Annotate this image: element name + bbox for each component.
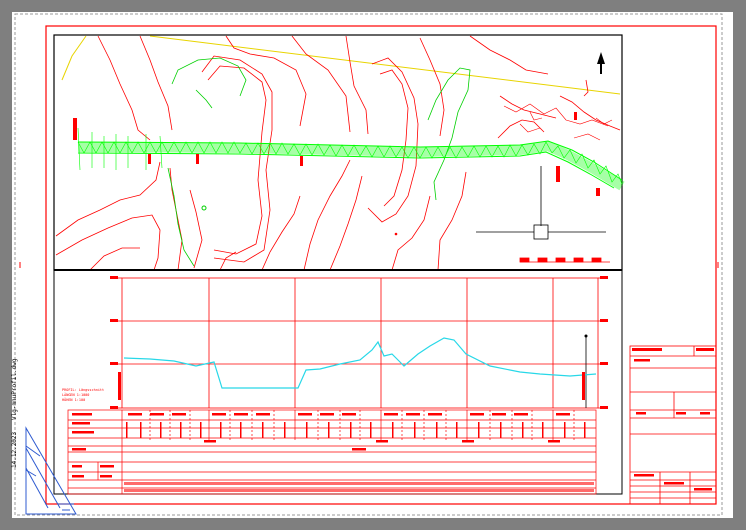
svg-text:HÖHEN 1:100: HÖHEN 1:100	[62, 397, 85, 402]
paper-sheet	[12, 12, 733, 518]
svg-text:LÄNGEN 1:1000: LÄNGEN 1:1000	[62, 392, 89, 397]
svg-text:PROFIL: Längsschnitt: PROFIL: Längsschnitt	[62, 388, 104, 392]
drawing-filename: Vlg-mnuProfil.dwg	[11, 358, 18, 420]
plot-date: 14.12.2023	[11, 431, 18, 468]
drawing-canvas[interactable]: PROFIL: Längsschnitt LÄNGEN 1:1000 HÖHEN…	[0, 0, 746, 530]
profile-end-marker	[584, 334, 588, 338]
